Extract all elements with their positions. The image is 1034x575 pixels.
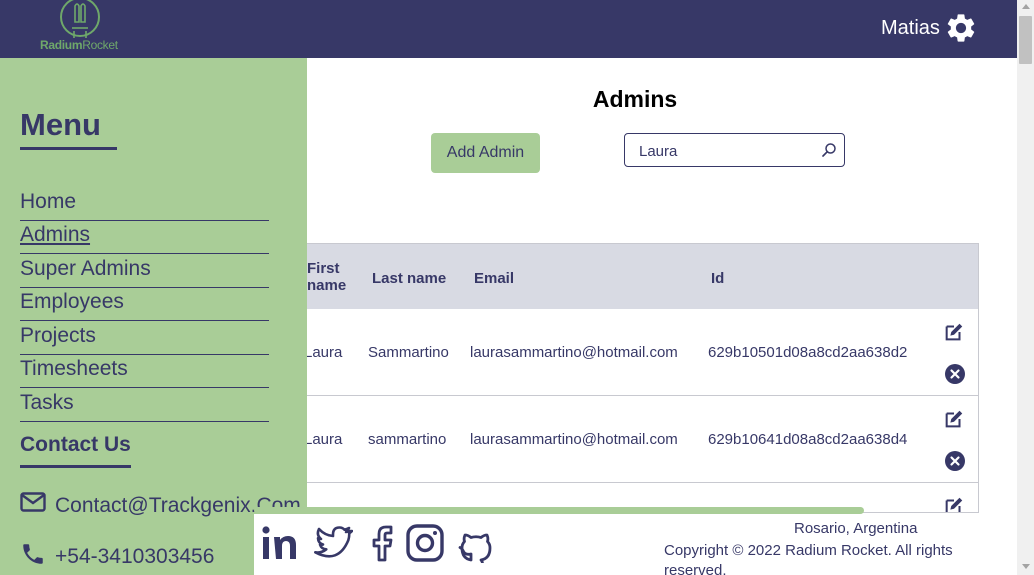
table-header: First name Last name Email Id — [241, 243, 978, 309]
menu-underline — [20, 147, 117, 150]
scroll-down-arrow-icon[interactable] — [1022, 564, 1030, 569]
admins-table: First name Last name Email Id Laura Samma… — [240, 243, 979, 513]
scroll-thumb[interactable] — [1019, 16, 1032, 64]
contact-title: Contact Us — [20, 433, 131, 456]
cell-first-name: Laura — [304, 431, 343, 448]
phone-icon — [23, 544, 43, 564]
logo-text: RadiumRocket — [40, 38, 118, 52]
footer: Rosario, Argentina Copyright © 2022 Radi… — [254, 514, 1017, 575]
header-last-name: Last name — [372, 270, 447, 287]
cell-email: laurasammartino@hotmail.com — [470, 431, 678, 448]
rocket-logo-icon — [60, 0, 100, 38]
edit-icon[interactable] — [943, 495, 965, 513]
envelope-icon — [20, 492, 46, 512]
logo[interactable]: RadiumRocket — [40, 0, 120, 54]
cell-last-name: sammartino — [368, 431, 447, 448]
delete-icon[interactable] — [945, 364, 965, 384]
table-row: Laura sammartino laurasammartino@hotmail… — [241, 396, 978, 483]
table-row: Laura Sammartino laurasammartino@hotmail… — [241, 309, 978, 396]
gear-icon[interactable] — [944, 11, 978, 45]
header-first-name: First name — [307, 260, 347, 294]
sidebar-item-timesheets[interactable]: Timesheets — [20, 355, 269, 388]
twitter-icon[interactable] — [313, 523, 353, 563]
footer-copyright: Copyright © 2022 Radium Rocket. All righ… — [664, 542, 953, 575]
add-admin-button[interactable]: Add Admin — [431, 133, 540, 173]
edit-icon[interactable] — [943, 321, 965, 343]
header-id: Id — [711, 270, 725, 287]
cell-first-name: Laura — [304, 344, 343, 361]
instagram-icon[interactable] — [405, 523, 445, 563]
footer-location: Rosario, Argentina — [794, 520, 918, 537]
user-name[interactable]: Matias — [881, 17, 940, 40]
github-icon[interactable] — [456, 523, 496, 563]
page-title: Admins — [592, 86, 678, 112]
top-header: RadiumRocket Matias — [0, 0, 1017, 58]
sidebar-item-super-admins[interactable]: Super Admins — [20, 255, 269, 288]
sidebar-item-tasks[interactable]: Tasks — [20, 389, 269, 422]
header-email: Email — [474, 270, 515, 287]
cell-id: 629b10641d08a8cd2aa638d4 — [708, 431, 908, 448]
page-scrollbar[interactable] — [1017, 0, 1034, 575]
linkedin-icon[interactable] — [260, 523, 300, 563]
footer-divider — [254, 507, 864, 514]
search-icon[interactable] — [821, 142, 837, 158]
cell-id: 629b10501d08a8cd2aa638d2 — [708, 344, 908, 361]
search-input[interactable] — [639, 141, 809, 161]
sidebar-item-employees[interactable]: Employees — [20, 288, 269, 321]
sidebar-item-projects[interactable]: Projects — [20, 322, 269, 355]
edit-icon[interactable] — [943, 408, 965, 430]
search-box[interactable] — [624, 133, 845, 167]
contact-underline — [20, 465, 131, 468]
sidebar: Menu Home Admins Super Admins Employees … — [0, 58, 307, 575]
contact-phone-text[interactable]: +54-3410303456 — [55, 545, 214, 569]
sidebar-item-home[interactable]: Home — [20, 188, 269, 221]
facebook-icon[interactable] — [362, 523, 402, 563]
cell-last-name: Sammartino — [368, 344, 449, 361]
delete-icon[interactable] — [945, 451, 965, 471]
scroll-up-arrow-icon[interactable] — [1022, 4, 1030, 9]
sidebar-item-admins[interactable]: Admins — [20, 221, 269, 254]
cell-email: laurasammartino@hotmail.com — [470, 344, 678, 361]
menu-title: Menu — [20, 107, 101, 142]
